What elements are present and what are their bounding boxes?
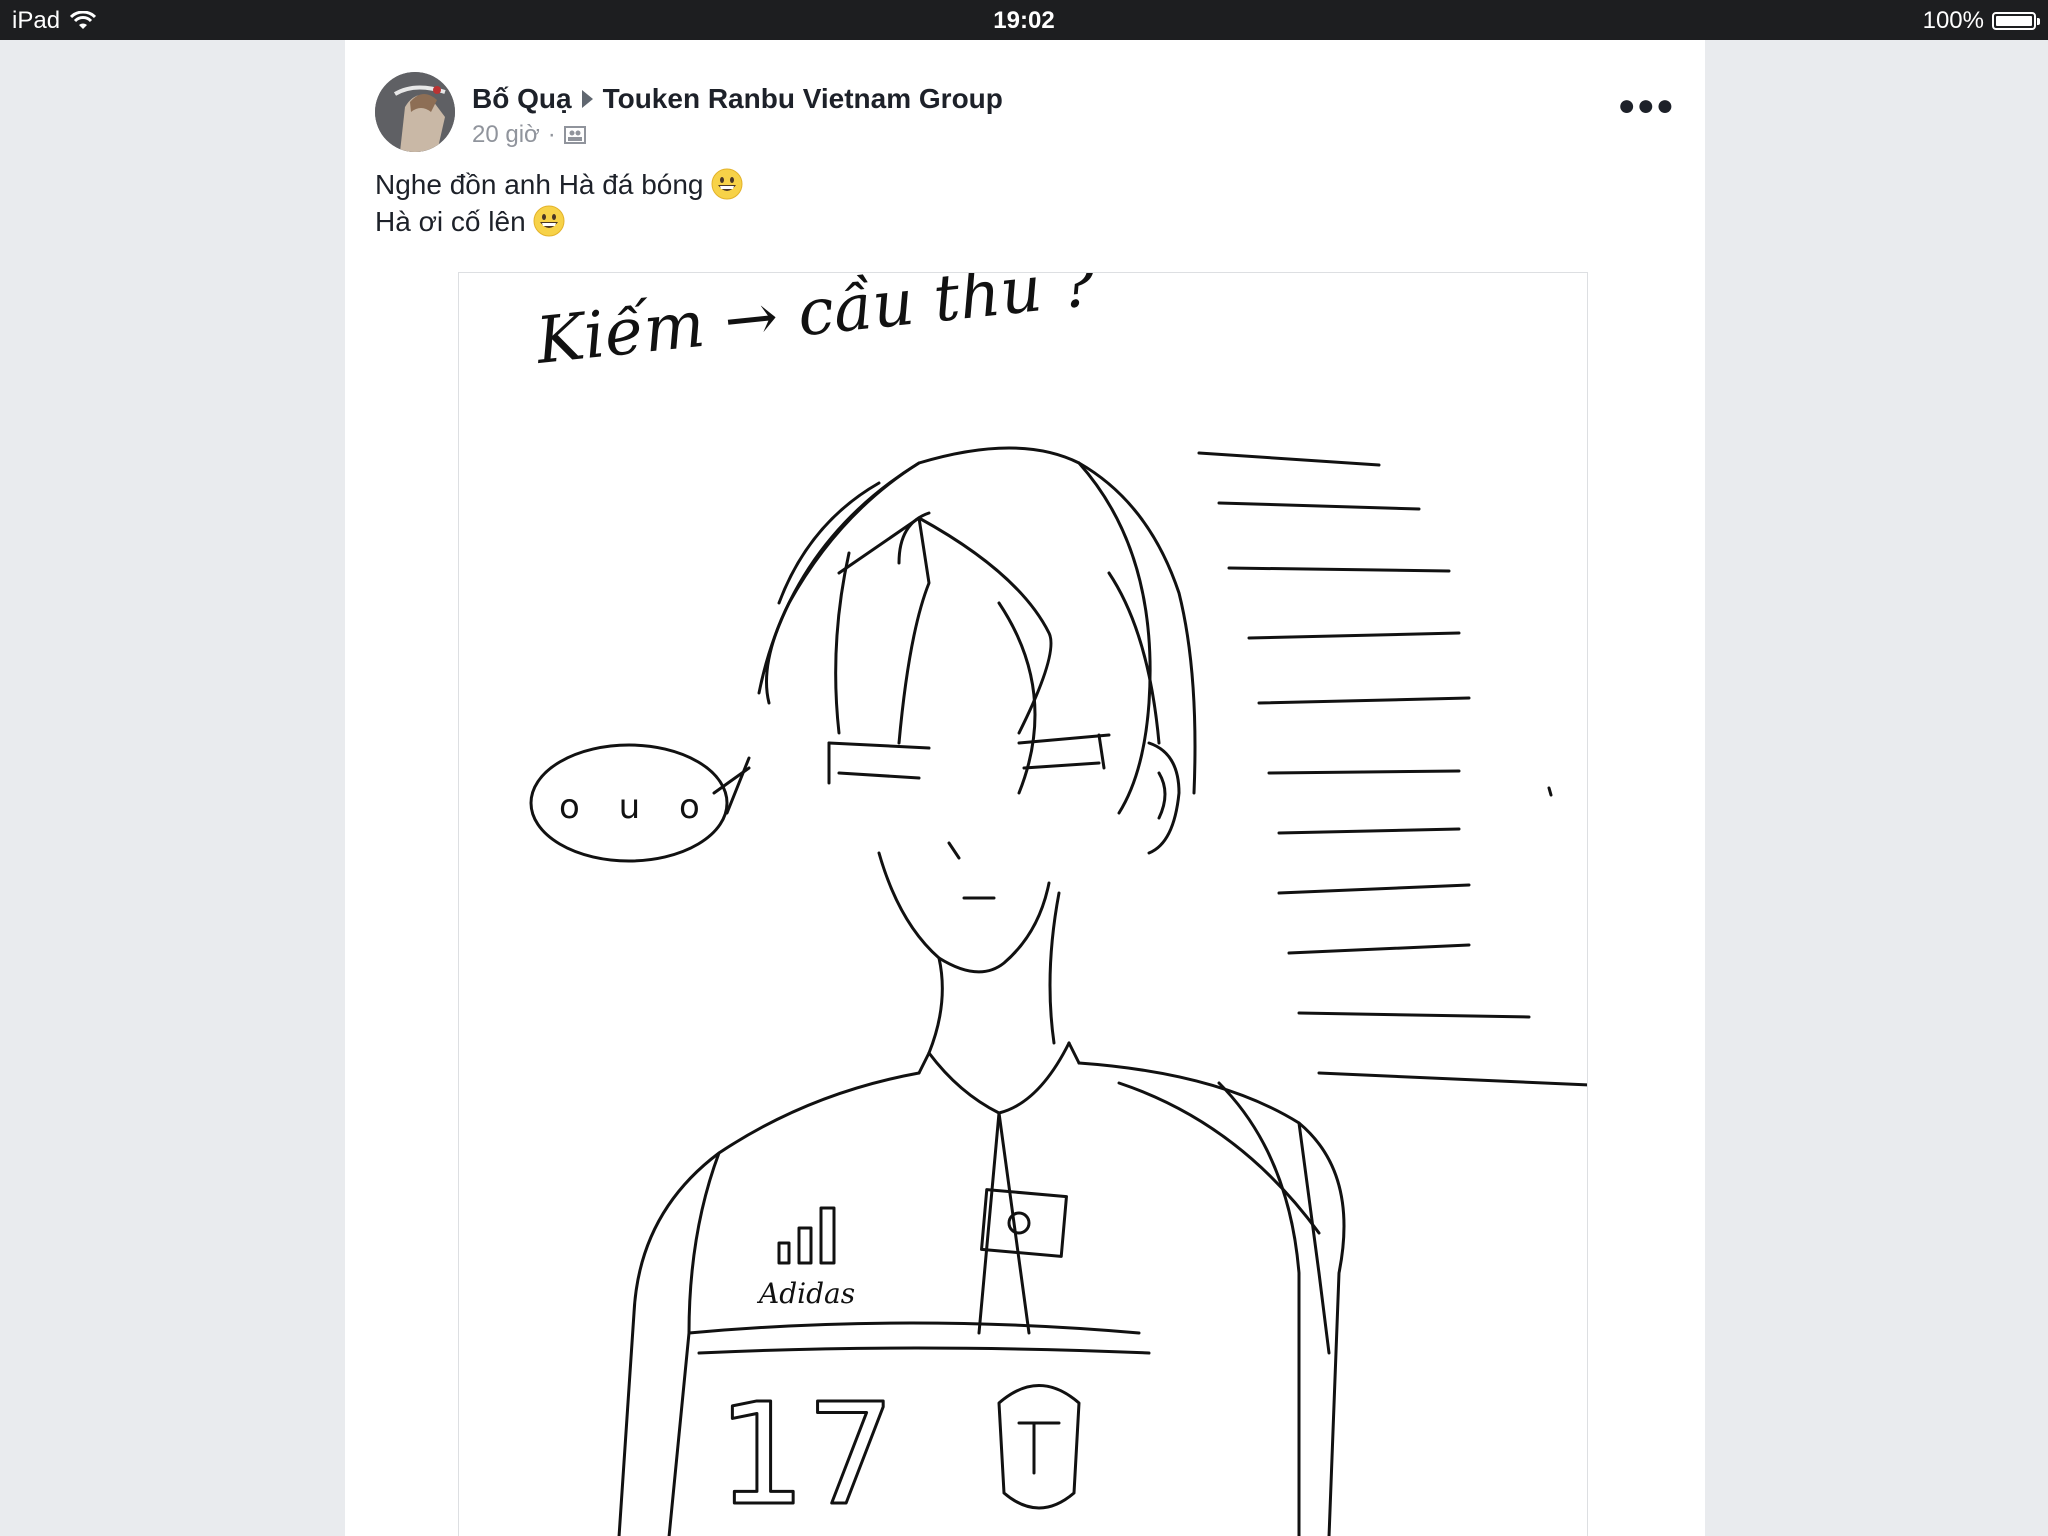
message-line-2: Hà ơi cố lên <box>375 203 743 240</box>
sketch-caption: Kiếm → cầu thủ ? <box>532 273 1100 379</box>
battery-icon <box>1992 12 2040 30</box>
sketch-drawing: Kiếm → cầu thủ ? Adidas 17 o u o <box>529 273 1587 1536</box>
sketch-speech: o u o <box>559 787 714 827</box>
caret-right-icon <box>581 90 593 108</box>
grinning-face-emoji <box>533 205 565 237</box>
post-time[interactable]: 20 giờ <box>472 121 540 149</box>
group-name[interactable]: Touken Ranbu Vietnam Group <box>603 83 1003 115</box>
author-name[interactable]: Bố Quạ <box>472 83 572 115</box>
sketch-number: 17 <box>717 1374 895 1536</box>
post-message: Nghe đồn anh Hà đá bóng Hà ơi cố lên <box>375 166 743 240</box>
message-text: Nghe đồn anh Hà đá bóng <box>375 169 704 200</box>
post-photo[interactable]: Kiếm → cầu thủ ? Adidas 17 o u o <box>458 272 1588 1536</box>
avatar[interactable] <box>375 72 455 152</box>
grinning-face-emoji <box>711 168 743 200</box>
battery-percent: 100% <box>1922 7 1984 34</box>
message-line-1: Nghe đồn anh Hà đá bóng <box>375 166 743 203</box>
more-options-icon[interactable]: ●●● <box>1618 91 1675 121</box>
status-bar: iPad 19:02 100% <box>0 0 2048 40</box>
battery-fill <box>1996 16 2032 26</box>
avatar-image <box>375 72 455 152</box>
message-text: Hà ơi cố lên <box>375 206 526 237</box>
post-card: Bố Quạ Touken Ranbu Vietnam Group 20 giờ… <box>345 40 1705 1536</box>
clock: 19:02 <box>993 7 1055 34</box>
group-audience-icon <box>563 126 586 144</box>
post-header: Bố Quạ Touken Ranbu Vietnam Group 20 giờ… <box>375 56 1675 152</box>
meta-separator: · <box>547 121 556 148</box>
sketch-brand: Adidas <box>756 1277 855 1310</box>
